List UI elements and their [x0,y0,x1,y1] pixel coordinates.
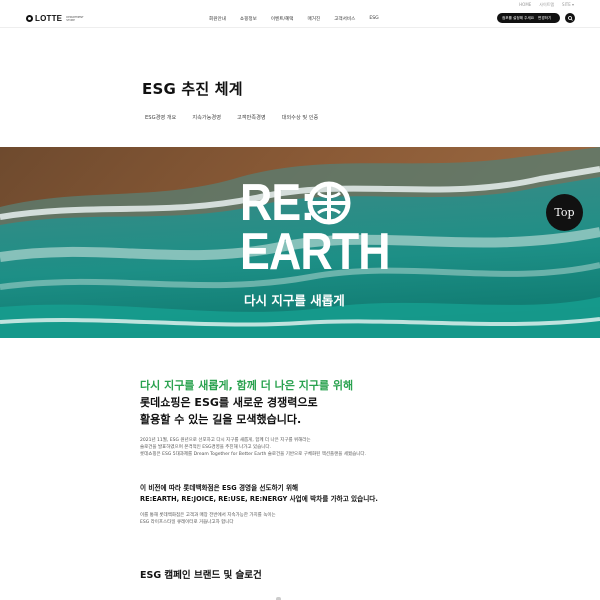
hero-re-text: RE: [240,174,315,232]
vision-line-1: 이 비전에 따라 롯데백화점은 ESG 경영을 선도하기 위해 [140,484,299,492]
headline-green: 다시 지구를 새롭게, 함께 더 나은 지구를 위해 [140,379,354,392]
vision-line-2: RE:EARTH, RE:JOICE, RE:USE, RE:NERGY 사업에… [140,495,378,503]
nav-item-magazine[interactable]: 매거진 [308,16,321,22]
scroll-top-button[interactable]: Top [546,194,583,231]
intro-line: 2021년 11월, ESG 원년으로 선포하고 다시 지구를 새롭게, 함께 … [140,438,311,443]
logo-mark-icon [26,15,33,22]
nav-item-service[interactable]: 고객서비스 [334,16,355,22]
search-button[interactable] [565,13,575,23]
campaign-section-title: ESG 캠페인 브랜드 및 슬로건 [140,570,262,581]
logo[interactable]: LOTTE DEPARTMENT STORE [26,14,88,23]
nav-item-shopping[interactable]: 쇼핑정보 [240,16,257,22]
nav-item-member[interactable]: 회원안내 [209,16,226,22]
page-title: ESG 추진 체계 [142,80,243,98]
hero-banner: RE: EARTH 다시 지구를 새롭게 [0,147,600,338]
store-select-label: 점포를 설정해 주세요 [502,15,535,20]
utility-links: HOME 사이트맵 SITE ▾ [519,2,574,8]
nav-item-esg[interactable]: ESG [369,16,378,22]
tab-customer[interactable]: 고객만족경영 [237,114,266,121]
util-site-select[interactable]: SITE ▾ [562,2,574,8]
headline-line-2: 활용할 수 있는 길을 모색했습니다. [140,413,302,426]
logo-subtext: DEPARTMENT STORE [66,15,84,22]
vision-para-line: ESG 라이프스타일 큐레이터로 거듭나고자 합니다 [140,520,234,525]
vision-para-line: 이를 통해 롯데백화점은 고객과 매장 전반에서 지속가능한 가치를 녹이는 [140,513,276,518]
header: LOTTE DEPARTMENT STORE 회원안내 쇼핑정보 이벤트/혜택 … [0,10,600,28]
intro-line: 슬로건을 발표하였으며 본격적인 ESG경영을 추진해 나가고 있습니다. [140,445,271,450]
vision-paragraph: 이를 통해 롯데백화점은 고객과 매장 전반에서 지속가능한 가치를 녹이는 E… [140,512,276,526]
intro-paragraph: 2021년 11월, ESG 원년으로 선포하고 다시 지구를 새롭게, 함께 … [140,437,366,458]
store-select-button[interactable]: 점포를 설정해 주세요 변경하기 [497,13,560,23]
store-change-link[interactable]: 변경하기 [538,16,551,21]
util-sitemap-link[interactable]: 사이트맵 [539,2,554,8]
tab-sustainability[interactable]: 지속가능경영 [192,114,221,121]
globe-icon [307,181,351,225]
tab-esg-overview[interactable]: ESG경영 개요 [145,114,176,121]
nav-item-event[interactable]: 이벤트/혜택 [271,16,294,22]
logo-text: LOTTE [35,14,63,23]
main-nav: 회원안내 쇼핑정보 이벤트/혜택 매거진 고객서비스 ESG [209,16,379,22]
hero-tagline: 다시 지구를 새롭게 [244,293,345,308]
headline-line-1: 롯데쇼핑은 ESG를 새로운 경쟁력으로 [140,396,318,409]
search-icon [567,15,573,21]
hero-earth-text: EARTH [240,223,391,281]
util-home-link[interactable]: HOME [519,2,531,8]
intro-line: 롯데쇼핑은 ESG 5대과제를 Dream Together for Bette… [140,452,366,457]
sub-tabs: ESG경영 개요 지속가능경영 고객만족경영 대외수상 및 인증 [145,114,334,121]
tab-awards[interactable]: 대외수상 및 인증 [282,114,319,121]
